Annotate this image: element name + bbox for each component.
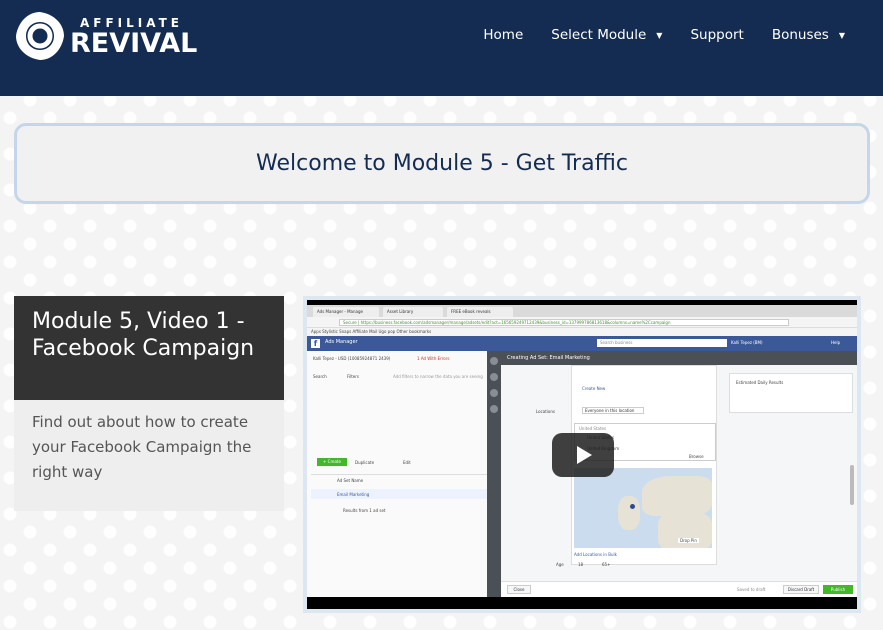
info-icon [490, 357, 498, 365]
fb-adset-form: Create New Locations Everyone in this lo… [501, 365, 857, 597]
video-player-frame: Ads Manager - Manage Asset Library FREE … [303, 296, 861, 613]
fb-filters: Filters [347, 374, 359, 379]
nav-bonuses[interactable]: Bonuses ▼ [772, 25, 845, 45]
facebook-logo-icon: f [311, 339, 320, 348]
nav-select-module[interactable]: Select Module ▼ [551, 25, 662, 45]
fb-app-title: Ads Manager [325, 339, 358, 345]
fb-estimate-card: Estimated Daily Results [729, 373, 853, 413]
site-header: AFFILIATE REVIVAL Home Select Module ▼ Su… [0, 0, 883, 96]
fb-discard-button: Discard Draft [783, 585, 819, 594]
fb-locations-label: Locations [536, 409, 556, 414]
fb-duplicate: Duplicate [355, 460, 375, 465]
browser-tab: FREE eBook reveals [447, 307, 513, 317]
fb-location-map: Drop Pin [574, 468, 712, 548]
fb-row-sub: Results from 1 ad set [343, 508, 386, 513]
page-title: Welcome to Module 5 - Get Traffic [256, 151, 628, 176]
fb-filter-hint: Add filters to narrow the data you are s… [393, 374, 483, 379]
map-land [618, 496, 640, 530]
fb-panel-title: Creating Ad Set: Email Marketing [501, 351, 857, 365]
welcome-banner: Welcome to Module 5 - Get Traffic [14, 123, 870, 204]
fb-browse: Browse [689, 454, 704, 459]
browser-address-bar: Secure | https://business.facebook.com/a… [307, 317, 857, 328]
video-card-body: Find out about how to create your Facebo… [14, 400, 284, 511]
fb-col-header: Ad Set Name [337, 478, 364, 483]
fb-age-from: 18 [578, 562, 584, 567]
fb-bottom-bar: Close Saved to draft Discard Draft Publi… [501, 581, 857, 597]
map-pin-icon [630, 504, 635, 509]
nav-support[interactable]: Support [690, 25, 743, 45]
fb-age-to: 65+ [602, 562, 611, 567]
fb-add-bulk: Add Locations in Bulk [574, 552, 617, 557]
nav-home[interactable]: Home [483, 25, 523, 45]
fb-left-pane: Kalli Tepez - USD (10085924871 2439) 1 A… [307, 351, 487, 597]
fb-create-new: Create New [582, 386, 606, 391]
video-title: Module 5, Video 1 - Facebook Campaign [32, 309, 255, 361]
fb-drop-pin: Drop Pin [678, 538, 699, 543]
swirl-logo-icon [16, 12, 64, 60]
fb-search: Search business [597, 339, 727, 347]
nav-home-label: Home [483, 27, 524, 43]
play-icon [577, 446, 592, 464]
affiliate-revival-logo[interactable]: AFFILIATE REVIVAL [14, 10, 197, 64]
fb-publish-button: Publish [823, 585, 853, 594]
fb-topbar: f Ads Manager Search business Kalli Tepe… [307, 336, 857, 351]
settings-icon [490, 405, 498, 413]
nav-bonuses-label: Bonuses [771, 27, 829, 43]
fb-saved: Saved to draft [737, 587, 766, 592]
fb-close-button: Close [507, 585, 531, 594]
fb-scrollbar [850, 465, 854, 505]
video-player[interactable]: Ads Manager - Manage Asset Library FREE … [307, 300, 857, 609]
caret-down-icon: ▼ [838, 30, 845, 40]
nav-support-label: Support [690, 27, 744, 43]
play-button[interactable] [552, 433, 614, 477]
browser-tab: Asset Library [383, 307, 443, 317]
browser-tabs: Ads Manager - Manage Asset Library FREE … [307, 305, 857, 317]
fb-adset-table: Ad Set Name Email Marketing Results from… [311, 474, 487, 534]
map-land [642, 476, 712, 516]
url-text: Secure | https://business.facebook.com/a… [339, 319, 789, 326]
fb-search-label: Search [313, 374, 327, 379]
logo-line2: REVIVAL [70, 28, 198, 59]
chart-icon [490, 373, 498, 381]
fb-account: Kalli Tepez (BM) [731, 340, 763, 345]
fb-estimate-title: Estimated Daily Results [736, 380, 784, 385]
fb-row-name: Email Marketing [337, 492, 370, 497]
bookmarks-bar: Apps Stylistic Snaps Affiliate Mail Ugo … [307, 328, 857, 336]
fb-help: Help [831, 340, 841, 345]
edit-icon [490, 389, 498, 397]
fb-errors: 1 Ad With Errors [417, 356, 450, 361]
fb-locations-select: Everyone in this location [582, 407, 644, 414]
video-card-header: Module 5, Video 1 - Facebook Campaign [14, 296, 284, 400]
fb-side-icons [487, 351, 501, 597]
nav-select-module-label: Select Module [551, 27, 647, 43]
fb-account-select: Kalli Tepez - USD (10085924871 2439) [313, 356, 391, 361]
fb-edit: Edit [403, 460, 411, 465]
fb-create-button: + Create [317, 458, 347, 466]
browser-tab: Ads Manager - Manage [313, 307, 379, 317]
caret-down-icon: ▼ [656, 30, 663, 40]
main-nav: Home Select Module ▼ Support Bonuses ▼ [455, 25, 845, 45]
video-description: Find out about how to create your Facebo… [32, 413, 252, 481]
fb-age-label: Age [556, 562, 564, 567]
fb-loc-country: United States [579, 426, 607, 431]
